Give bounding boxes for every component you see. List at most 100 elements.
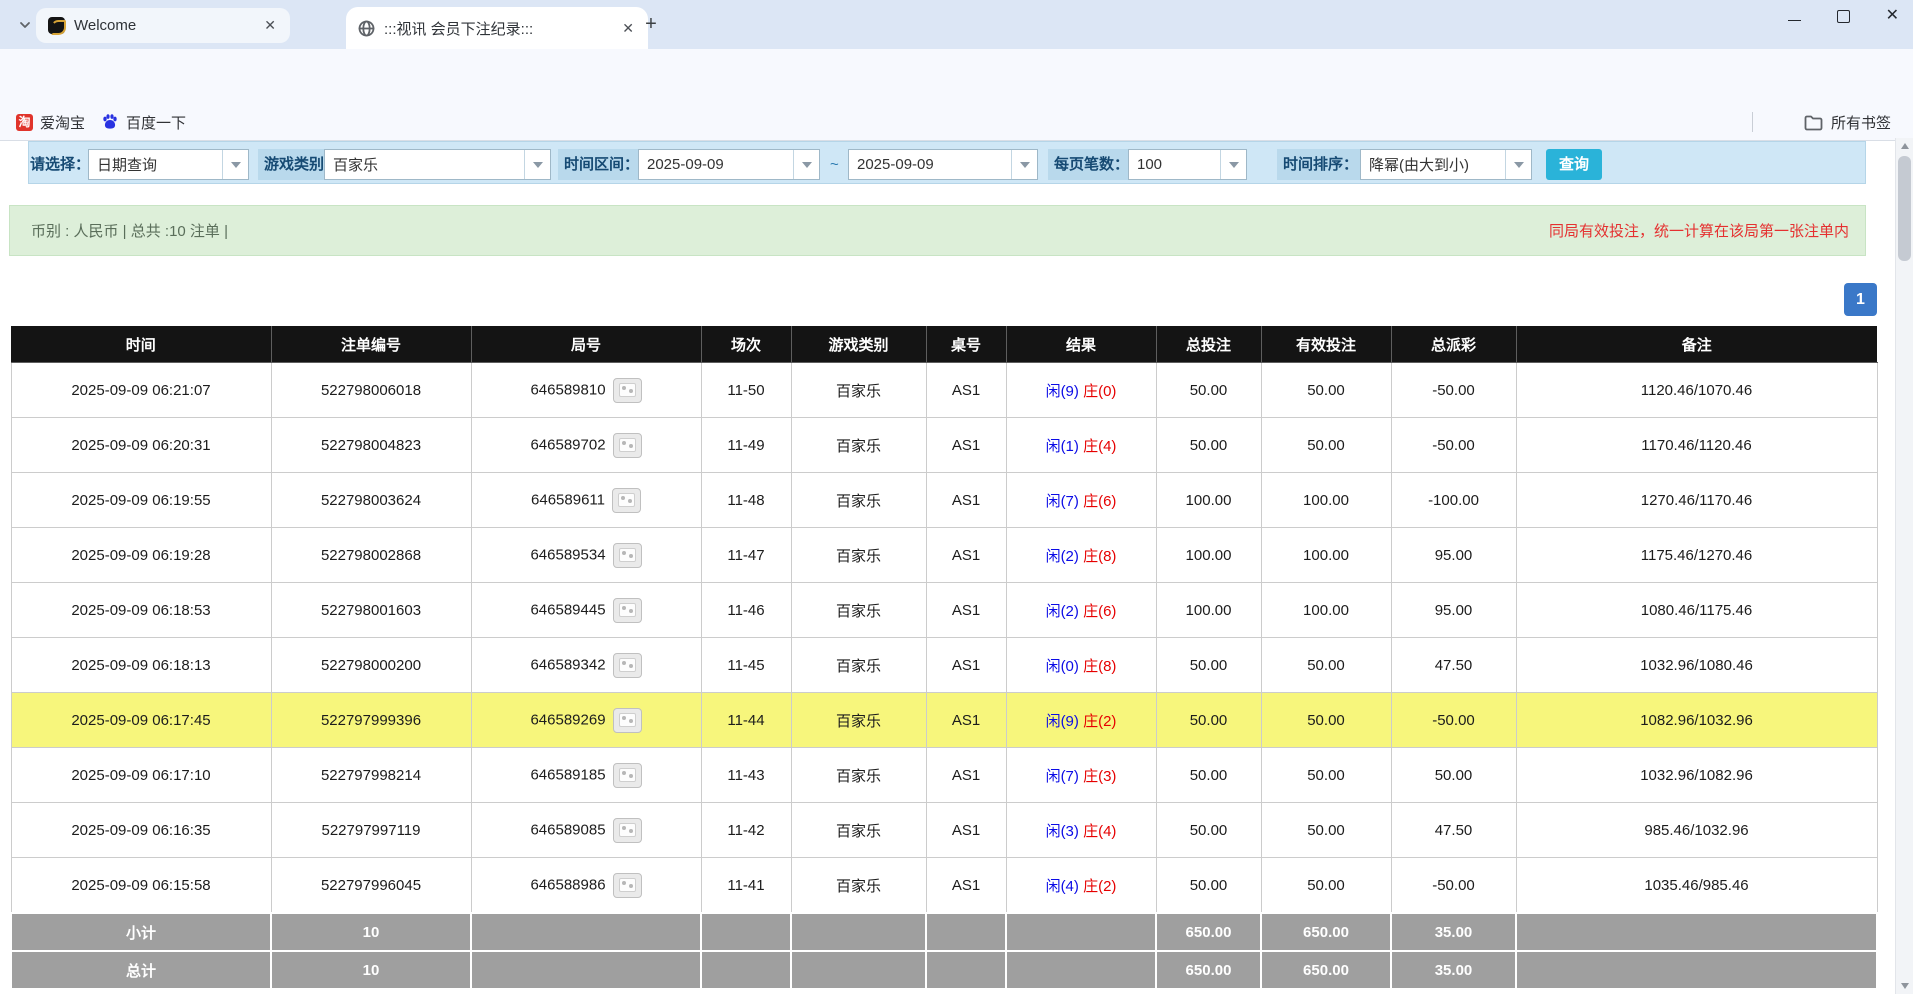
cell-result: 闲(2) 庄(8) bbox=[1006, 528, 1156, 583]
sort-order-select[interactable]: 降幂(由大到小) bbox=[1360, 149, 1532, 180]
round-replay-icon[interactable] bbox=[613, 378, 642, 403]
cell-bet-id: 522798000200 bbox=[271, 638, 471, 693]
cell-result: 闲(7) 庄(3) bbox=[1006, 748, 1156, 803]
scrollbar-thumb[interactable] bbox=[1898, 156, 1911, 261]
round-replay-icon[interactable] bbox=[613, 433, 642, 458]
pagination-page-1-button[interactable]: 1 bbox=[1844, 283, 1877, 316]
total-payout: 35.00 bbox=[1391, 951, 1516, 989]
tab-search-icon[interactable] bbox=[12, 12, 38, 38]
cell-time: 2025-09-09 06:19:28 bbox=[11, 528, 271, 583]
date-from-select[interactable]: 2025-09-09 bbox=[638, 149, 820, 180]
cell-note: 1035.46/985.46 bbox=[1516, 858, 1877, 914]
bookmark-baidu[interactable]: 百度一下 bbox=[101, 112, 186, 133]
window-minimize-icon[interactable] bbox=[1788, 12, 1801, 21]
window-close-icon[interactable]: ✕ bbox=[1886, 8, 1899, 24]
cell-total-bet[interactable]: 50.00 bbox=[1156, 748, 1261, 803]
round-replay-icon[interactable] bbox=[613, 763, 642, 788]
round-replay-icon[interactable] bbox=[613, 598, 642, 623]
all-bookmarks-button[interactable]: 所有书签 bbox=[1804, 112, 1891, 133]
page-scrollbar[interactable] bbox=[1895, 138, 1913, 994]
cell-game-type: 百家乐 bbox=[791, 583, 926, 638]
cell-bet-id: 522797998214 bbox=[271, 748, 471, 803]
cell-session: 11-48 bbox=[701, 473, 791, 528]
sort-order-value: 降幂(由大到小) bbox=[1361, 154, 1505, 175]
taobao-icon: 淘 bbox=[16, 114, 33, 131]
cell-total-bet[interactable]: 50.00 bbox=[1156, 638, 1261, 693]
query-type-select[interactable]: 日期查询 bbox=[88, 149, 249, 180]
scrollbar-up-icon[interactable] bbox=[1896, 138, 1913, 154]
chevron-down-icon[interactable] bbox=[1505, 150, 1531, 179]
cell-table-no: AS1 bbox=[926, 418, 1006, 473]
chevron-down-icon[interactable] bbox=[222, 150, 248, 179]
round-replay-icon[interactable] bbox=[613, 708, 642, 733]
window-maximize-icon[interactable] bbox=[1837, 10, 1850, 23]
cell-total-bet[interactable]: 100.00 bbox=[1156, 583, 1261, 638]
tab-close-icon[interactable]: ✕ bbox=[262, 17, 278, 34]
bookmarks-bar: 淘 爱淘宝 百度一下 所有书签 bbox=[0, 104, 1913, 141]
new-tab-button[interactable]: + bbox=[638, 12, 664, 38]
total-valid-bet: 650.00 bbox=[1261, 951, 1391, 989]
cell-bet-id: 522798002868 bbox=[271, 528, 471, 583]
query-button[interactable]: 查询 bbox=[1546, 149, 1602, 180]
header-valid-bet: 有效投注 bbox=[1261, 326, 1391, 363]
bookmark-label: 爱淘宝 bbox=[40, 112, 85, 133]
round-number: 646589810 bbox=[530, 381, 605, 398]
round-replay-icon[interactable] bbox=[613, 653, 642, 678]
cell-result: 闲(9) 庄(2) bbox=[1006, 693, 1156, 748]
round-replay-icon[interactable] bbox=[613, 543, 642, 568]
per-page-select[interactable]: 100 bbox=[1128, 149, 1247, 180]
result-banker: 庄(3) bbox=[1083, 768, 1116, 785]
cell-note: 1270.46/1170.46 bbox=[1516, 473, 1877, 528]
date-to-select[interactable]: 2025-09-09 bbox=[848, 149, 1038, 180]
cell-total-bet[interactable]: 100.00 bbox=[1156, 528, 1261, 583]
per-page-value: 100 bbox=[1129, 156, 1220, 173]
select-type-label: 请选择： bbox=[30, 149, 90, 180]
tab-welcome[interactable]: Welcome ✕ bbox=[36, 8, 290, 43]
cell-total-bet[interactable]: 50.00 bbox=[1156, 418, 1261, 473]
cell-total-bet[interactable]: 50.00 bbox=[1156, 363, 1261, 418]
cell-note: 1080.46/1175.46 bbox=[1516, 583, 1877, 638]
valid-bet-notice-text: 同局有效投注，统一计算在该局第一张注单内 bbox=[1549, 220, 1849, 241]
cell-valid-bet: 100.00 bbox=[1261, 583, 1391, 638]
cell-valid-bet: 50.00 bbox=[1261, 363, 1391, 418]
table-row: 2025-09-09 06:20:31522798004823646589702… bbox=[11, 418, 1877, 473]
date-to-value: 2025-09-09 bbox=[849, 156, 1011, 173]
cell-session: 11-49 bbox=[701, 418, 791, 473]
cell-total-bet[interactable]: 100.00 bbox=[1156, 473, 1261, 528]
cell-note: 1032.96/1080.46 bbox=[1516, 638, 1877, 693]
chevron-down-icon[interactable] bbox=[524, 150, 550, 179]
cell-payout: 47.50 bbox=[1391, 638, 1516, 693]
chevron-down-icon[interactable] bbox=[793, 150, 819, 179]
cell-table-no: AS1 bbox=[926, 858, 1006, 914]
game-type-select[interactable]: 百家乐 bbox=[324, 149, 551, 180]
round-replay-icon[interactable] bbox=[612, 488, 641, 513]
round-replay-icon[interactable] bbox=[613, 818, 642, 843]
baidu-paw-icon bbox=[101, 113, 119, 131]
cell-round: 646589342 bbox=[471, 638, 701, 693]
result-banker: 庄(6) bbox=[1083, 603, 1116, 620]
cell-bet-id: 522798006018 bbox=[271, 363, 471, 418]
cell-result: 闲(7) 庄(6) bbox=[1006, 473, 1156, 528]
cell-total-bet[interactable]: 50.00 bbox=[1156, 693, 1261, 748]
cell-bet-id: 522798003624 bbox=[271, 473, 471, 528]
chevron-down-icon[interactable] bbox=[1220, 150, 1246, 179]
table-row: 2025-09-09 06:19:28522798002868646589534… bbox=[11, 528, 1877, 583]
header-bet-id: 注单编号 bbox=[271, 326, 471, 363]
cell-table-no: AS1 bbox=[926, 748, 1006, 803]
cell-session: 11-47 bbox=[701, 528, 791, 583]
subtotal-payout: 35.00 bbox=[1391, 913, 1516, 951]
cell-result: 闲(2) 庄(6) bbox=[1006, 583, 1156, 638]
round-replay-icon[interactable] bbox=[613, 873, 642, 898]
result-banker: 庄(4) bbox=[1083, 438, 1116, 455]
total-total-bet: 650.00 bbox=[1156, 951, 1261, 989]
tab-bet-record[interactable]: :::视讯 会员下注纪录::: ✕ bbox=[346, 7, 648, 49]
scrollbar-down-icon[interactable] bbox=[1896, 978, 1913, 994]
cell-table-no: AS1 bbox=[926, 638, 1006, 693]
cell-total-bet[interactable]: 50.00 bbox=[1156, 803, 1261, 858]
chevron-down-icon[interactable] bbox=[1011, 150, 1037, 179]
bookmark-taobao[interactable]: 淘 爱淘宝 bbox=[16, 112, 85, 133]
cell-total-bet[interactable]: 50.00 bbox=[1156, 858, 1261, 914]
table-row: 2025-09-09 06:15:58522797996045646588986… bbox=[11, 858, 1877, 914]
tab-close-icon[interactable]: ✕ bbox=[620, 20, 636, 37]
result-banker: 庄(0) bbox=[1083, 383, 1116, 400]
